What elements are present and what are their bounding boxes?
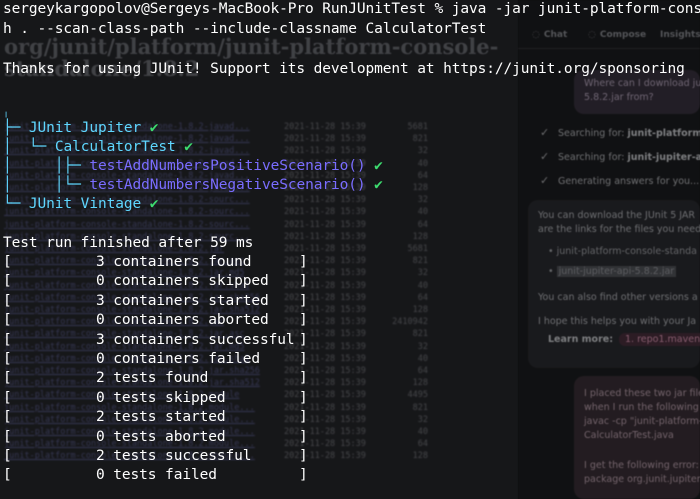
summary-bracket-open: [ [3,428,12,445]
summary-label: tests found [113,370,209,387]
summary-row: [0 containers skipped] [3,272,323,291]
summary-bracket-close: ] [299,370,308,387]
tree-top: ╷ [3,107,9,118]
sponsor-message: Thanks for using JUnit! Support its deve… [3,61,685,77]
tree-branch: └─ [63,177,81,193]
summary-count: 0 [96,389,105,406]
summary-row: [2 tests successful] [3,447,323,466]
summary-row: [2 tests started] [3,408,323,427]
summary-label: containers successful [113,331,295,348]
command-line-continued: h . --scan-class-path --include-classnam… [3,21,487,37]
summary-label: containers failed [113,351,260,367]
check-icon: ✔ [149,196,159,212]
summary-bracket-open: [ [3,273,12,290]
summary-row: [3 containers started] [3,292,323,311]
tree-branch: ├─ [63,158,81,174]
summary-label: containers started [113,292,269,309]
summary-count: 2 [96,448,105,464]
summary-bracket-close: ] [299,312,308,329]
summary-bracket-close: ] [299,467,308,484]
summary-bracket-close: ] [299,331,308,348]
summary-bracket-open: [ [3,351,12,367]
summary-bracket-open: [ [3,409,12,426]
summary-row: [0 tests failed] [3,466,323,485]
summary-title: Test run finished after 59 ms [3,235,254,251]
summary-label: tests skipped [113,389,226,406]
summary-bracket-close: ] [299,389,308,406]
summary-bracket-close: ] [299,448,308,464]
summary-count: 0 [96,351,105,367]
summary-row: [3 containers successful] [3,331,323,350]
summary-label: containers aborted [113,312,269,329]
summary-label: tests aborted [113,428,226,445]
summary-count: 0 [96,273,105,290]
summary-row: [0 tests skipped] [3,389,323,408]
summary-label: tests failed [113,467,217,484]
tree-node-calculator: │ └─ CalculatorTest ✔ [3,138,193,157]
command-line: sergeykargopolov@Sergeys-MacBook-Pro Run… [3,1,700,17]
check-icon: ✔ [149,120,159,136]
test-name: testAddNumbersPositiveScenario() [89,158,366,174]
tree-branch: └─ [28,139,47,155]
summary-count: 0 [96,312,105,329]
summary-count: 3 [96,331,105,348]
summary-row: [2 tests found] [3,369,323,388]
tree-label: JUnit Jupiter [28,120,142,136]
summary-bracket-close: ] [299,409,308,426]
summary-count: 3 [96,292,105,309]
summary-label: containers skipped [113,273,269,290]
summary-bracket-close: ] [299,292,308,309]
tree-pipe: │ [3,139,12,155]
summary-bracket-close: ] [299,351,308,367]
tree-node-jupiter: ├─ JUnit Jupiter ✔ [3,119,158,138]
summary-bracket-open: [ [3,370,12,387]
tree-label: JUnit Vintage [28,196,142,212]
tree-branch: ├─ [3,120,21,136]
summary-bracket-close: ] [299,428,308,445]
summary-label: tests successful [113,448,252,464]
summary-label: containers found [113,254,252,270]
check-icon: ✔ [374,158,383,174]
summary-bracket-open: [ [3,467,12,484]
terminal-window[interactable]: sergeykargopolov@Sergeys-MacBook-Pro Run… [0,0,700,499]
check-icon: ✔ [184,139,193,155]
summary-row: [0 tests aborted] [3,428,323,447]
summary-bracket-close: ] [299,273,308,290]
tree-label: CalculatorTest [54,139,176,155]
summary-row: [0 containers aborted] [3,311,323,330]
test-name: testAddNumbersNegativeScenario() [89,177,366,193]
summary-bracket-open: [ [3,331,12,348]
tree-branch: └─ [3,196,21,212]
summary-bracket-close: ] [299,254,308,270]
summary-count: 2 [96,370,105,387]
check-icon: ✔ [374,177,383,193]
summary-count: 2 [96,409,105,426]
tree-node-vintage: └─ JUnit Vintage ✔ [3,195,158,214]
summary-row: [0 containers failed] [3,350,323,369]
summary-row: [3 containers found] [3,253,323,272]
tree-pipe: │ [3,177,12,193]
summary-bracket-open: [ [3,389,12,406]
summary-count: 3 [96,254,105,270]
tree-node-test-negative: │ │└─ testAddNumbersNegativeScenario() ✔ [3,176,383,195]
summary-bracket-open: [ [3,254,12,270]
tree-node-test-positive: │ │├─ testAddNumbersPositiveScenario() ✔ [3,157,383,176]
summary-bracket-open: [ [3,292,12,309]
summary-count: 0 [96,428,105,445]
summary-count: 0 [96,467,105,484]
summary-bracket-open: [ [3,312,12,329]
summary-bracket-open: [ [3,448,12,464]
tree-pipe: │ [3,158,12,174]
summary-label: tests started [113,409,226,426]
